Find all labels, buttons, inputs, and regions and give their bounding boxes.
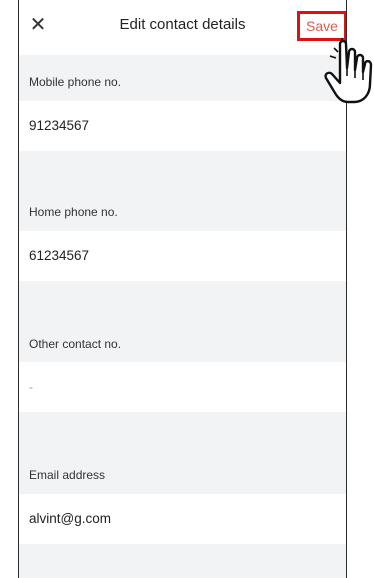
home-phone-field[interactable]: 61234567	[19, 231, 346, 281]
other-contact-field[interactable]: -	[19, 362, 346, 412]
save-button[interactable]: Save	[297, 11, 346, 41]
app-header: ✕ Edit contact details Save	[19, 0, 346, 55]
email-field[interactable]: alvint@g.com	[19, 494, 346, 544]
pointing-hand-icon	[324, 38, 373, 104]
other-contact-label: Other contact no.	[29, 337, 122, 351]
mobile-phone-field[interactable]: 91234567	[19, 101, 346, 151]
mobile-phone-label: Mobile phone no.	[29, 75, 122, 89]
phone-screen: ✕ Edit contact details Save Mobile phone…	[18, 0, 347, 578]
email-label: Email address	[29, 468, 106, 482]
home-phone-label: Home phone no.	[29, 205, 118, 219]
